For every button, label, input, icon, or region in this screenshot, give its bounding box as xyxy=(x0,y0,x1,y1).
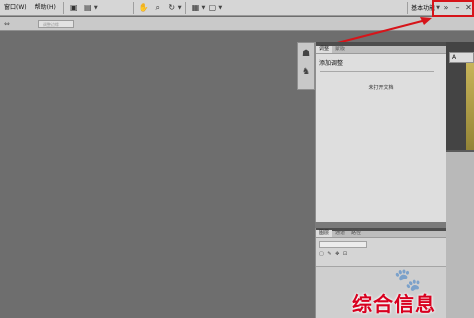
chevron-down-icon[interactable]: ▼ xyxy=(178,5,182,11)
screen-mode-icon[interactable]: ▢ xyxy=(207,3,217,13)
toolbar-divider xyxy=(132,1,134,14)
panel-tabs: 调整 蒙版 xyxy=(316,46,446,54)
no-document-message: 未打开文档 xyxy=(368,85,394,91)
adjustments-icon[interactable]: ☗ xyxy=(298,47,314,61)
arrange-icon[interactable]: ▤ xyxy=(83,3,93,13)
options-bar: ⇔ 调整边缘 xyxy=(0,17,474,31)
tab-channels[interactable]: 通道 xyxy=(332,230,348,237)
toolbar-divider xyxy=(62,1,64,14)
blend-mode-select[interactable] xyxy=(319,241,367,248)
tab-masks[interactable]: 蒙版 xyxy=(332,46,348,53)
document-canvas-area xyxy=(0,32,296,318)
character-panel-tab[interactable]: A xyxy=(449,52,474,63)
chevron-down-icon[interactable]: ▼ xyxy=(218,5,222,11)
refine-edge-button[interactable]: 调整边缘 xyxy=(37,19,74,28)
toolbar-divider xyxy=(407,1,409,14)
chevron-down-icon[interactable]: ▼ xyxy=(94,5,98,11)
menu-help[interactable]: 帮助(H) xyxy=(31,0,60,16)
panel-divider xyxy=(320,71,434,72)
panel-heading: 添加调整 xyxy=(319,60,344,67)
tool-preset-icon[interactable]: ⇔ xyxy=(4,20,10,28)
right-lower-panel xyxy=(446,150,474,318)
rotate-view-icon[interactable]: ↻ xyxy=(167,3,177,13)
zoom-icon[interactable]: ⌕ xyxy=(153,3,163,13)
adjustments-panel: 调整 蒙版 添加调整 未打开文档 xyxy=(315,42,446,222)
menu-window[interactable]: 窗口(W) xyxy=(0,0,31,16)
menu-bar: 窗口(W) 帮助(H) ▣ ▤ ▼ ✋ ⌕ ↻ ▼ ▦ ▼ ▢ ▼ 基本功能 ▼ » –… xyxy=(0,0,474,16)
tab-paths[interactable]: 路径 xyxy=(348,230,364,237)
right-panel-dock: A xyxy=(446,42,474,318)
chevron-down-icon[interactable]: ▼ xyxy=(202,5,206,11)
annotation-highlight-box xyxy=(432,0,474,17)
extras-icon[interactable]: ▦ xyxy=(191,3,201,13)
tab-layers[interactable]: 图层 xyxy=(316,230,333,237)
bridge-icon[interactable]: ▣ xyxy=(69,3,79,13)
panel-tabs: 图层 通道 路径 xyxy=(316,230,446,238)
watermark-text: 综合信息 xyxy=(352,292,436,316)
collapsed-panel-dock: ☗ ♞ xyxy=(297,42,315,90)
toolbar-divider xyxy=(184,1,186,14)
layer-lock-icons[interactable]: ▢ ✎ ✥ ⊡ xyxy=(319,251,446,257)
styles-icon[interactable]: ♞ xyxy=(298,65,314,79)
zoom-level-field[interactable] xyxy=(100,3,128,13)
hand-icon[interactable]: ✋ xyxy=(139,3,149,13)
tab-adjustments[interactable]: 调整 xyxy=(316,46,333,53)
